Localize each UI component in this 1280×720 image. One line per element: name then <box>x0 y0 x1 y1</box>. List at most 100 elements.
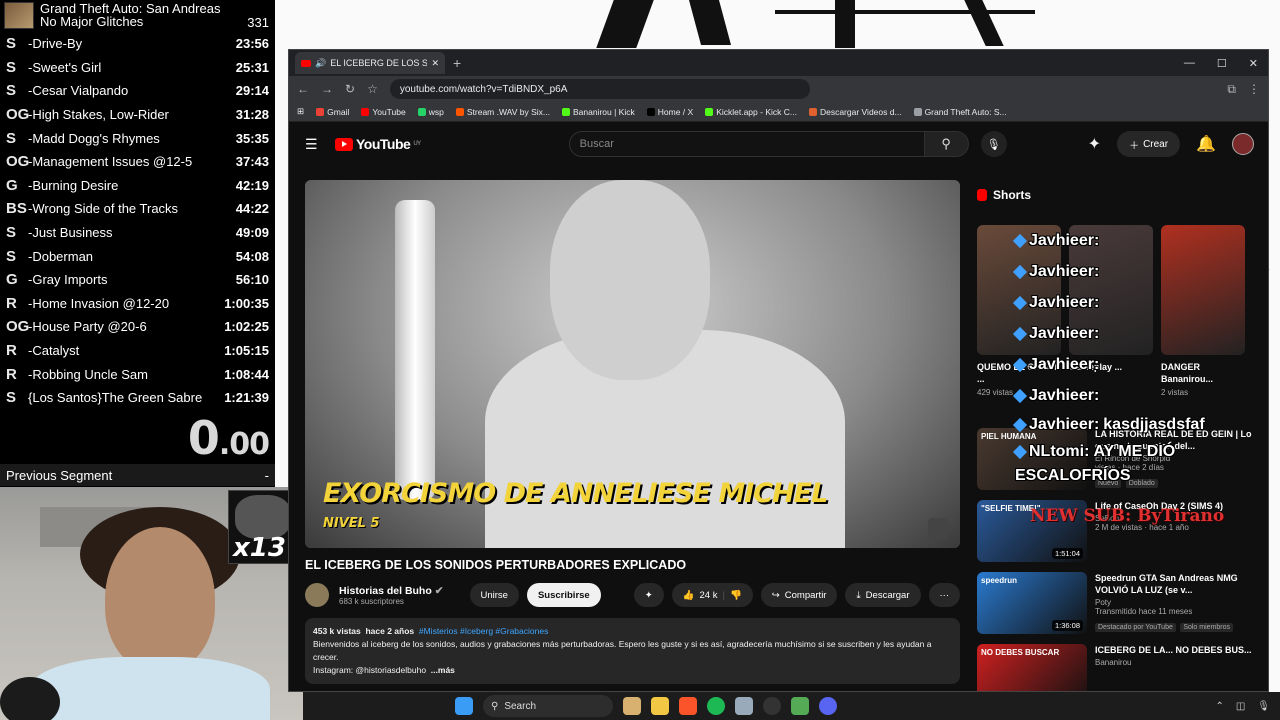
reload-icon[interactable]: ↻ <box>345 82 355 96</box>
chevron-up-icon[interactable]: ⌃ <box>1215 701 1223 712</box>
widgets-icon[interactable] <box>623 697 641 715</box>
youtube-logo[interactable]: YouTube UY <box>335 136 421 152</box>
channel-row: Historias del Buho ✔ 683 k suscriptores … <box>305 580 960 610</box>
bookmark-item[interactable]: YouTube <box>361 107 406 117</box>
split-name: -Doberman <box>28 248 94 264</box>
thumbs-up-icon: 👍 <box>682 589 695 601</box>
back-icon[interactable]: ← <box>297 82 309 96</box>
chat-message: Javhieer: <box>1012 387 1103 405</box>
minimize-icon[interactable]: — <box>1184 57 1195 70</box>
ask-ai-button[interactable]: ✦ <box>633 583 664 607</box>
split-row: R -Robbing Uncle Sam 1:08:44 <box>0 362 275 386</box>
thumbs-down-icon[interactable]: 👎 <box>730 590 742 601</box>
download-button[interactable]: ⤓ Descargar <box>845 583 921 607</box>
chat-username: NLtomi: <box>1029 443 1090 460</box>
split-icon: R <box>6 342 17 360</box>
show-more-link[interactable]: ...más <box>431 665 455 675</box>
bookmark-star-icon[interactable]: ☆ <box>367 82 378 96</box>
hamburger-menu-icon[interactable]: ☰ <box>305 136 335 153</box>
taskbar-search[interactable]: ⚲ Search <box>483 695 613 717</box>
account-avatar[interactable] <box>1232 133 1254 155</box>
bookmark-item[interactable]: Home / X <box>646 107 693 117</box>
split-icon: G <box>6 176 18 194</box>
tab-active[interactable]: 🔊 EL ICEBERG DE LOS SONIDOS ✕ <box>295 52 445 74</box>
bookmark-item[interactable]: Stream .WAV by Six... <box>455 107 550 117</box>
channel-avatar[interactable] <box>305 583 329 607</box>
sparkle-icon[interactable]: ✦ <box>1088 134 1101 154</box>
related-thumbnail[interactable]: NO DEBES BUSCAR <box>977 644 1087 691</box>
bookmark-item[interactable]: Gmail <box>316 107 349 117</box>
livesplit-panel: Grand Theft Auto: San Andreas No Major G… <box>0 0 275 487</box>
related-video[interactable]: speedrun 1:36:08 Speedrun GTA San Andreas … <box>977 572 1257 634</box>
sub-count: x13 <box>233 533 286 563</box>
split-name: -Management Issues @12-5 <box>28 154 193 170</box>
chat-username: Javhieer: <box>1029 232 1100 249</box>
spotify-icon[interactable] <box>707 697 725 715</box>
channel-watermark[interactable] <box>928 518 948 540</box>
video-player[interactable]: EXORCISMO DE ANNELIESE MICHEL NIVEL 5 <box>305 180 960 548</box>
voice-search-button[interactable]: 🎙 <box>980 131 1007 157</box>
bookmark-item[interactable]: Bananirou | Kick <box>562 107 635 117</box>
related-title[interactable]: Speedrun GTA San Andreas NMG VOLVIÓ LA L… <box>1095 572 1257 596</box>
extensions-icon[interactable]: ⧉ <box>1227 82 1236 97</box>
forward-icon[interactable]: → <box>321 82 333 96</box>
sub-count-badge: x13 <box>228 490 296 564</box>
obs-icon[interactable] <box>763 697 781 715</box>
notifications-bell-icon[interactable]: 🔔 <box>1196 134 1216 154</box>
chat-message: Javhieer: <box>1012 263 1103 281</box>
new-tab-button[interactable]: + <box>453 55 461 71</box>
category-title: No Major Glitches <box>40 14 144 29</box>
close-window-icon[interactable]: ✕ <box>1249 57 1258 70</box>
tab-bar: 🔊 EL ICEBERG DE LOS SONIDOS ✕ + — ☐ ✕ <box>289 50 1268 76</box>
like-button[interactable]: 👍 24 k | 👎 <box>671 583 753 607</box>
bookmark-item[interactable]: Grand Theft Auto: S... <box>913 107 1007 117</box>
description-text: Bienvenidos al iceberg de los sonidos, a… <box>313 639 932 662</box>
bookmark-item[interactable]: wsp <box>417 107 444 117</box>
apps-grid-icon[interactable]: ⊞ <box>297 106 304 117</box>
more-actions-button[interactable]: ··· <box>928 583 960 607</box>
bookmark-favicon-icon <box>417 107 426 116</box>
system-tray: ⌃ ◫ 🎙 <box>1215 701 1280 712</box>
chat-username: Javhieer: <box>1029 416 1100 433</box>
related-video[interactable]: NO DEBES BUSCAR ICEBERG DE LA... NO DEBES… <box>977 644 1257 691</box>
app-icon[interactable] <box>735 697 753 715</box>
network-icon[interactable]: ◫ <box>1236 701 1245 712</box>
related-title[interactable]: ICEBERG DE LA... NO DEBES BUS... <box>1095 644 1252 656</box>
badge-icon <box>1012 295 1028 311</box>
maximize-icon[interactable]: ☐ <box>1217 57 1227 70</box>
share-button[interactable]: ↪ Compartir <box>760 583 838 607</box>
previous-segment-value: - <box>264 467 269 483</box>
bookmark-item[interactable]: Kicklet.app - Kick C... <box>705 107 797 117</box>
windows-start-icon[interactable] <box>455 697 473 715</box>
search-input[interactable]: Buscar <box>568 131 925 157</box>
file-explorer-icon[interactable] <box>651 697 669 715</box>
bookmark-item[interactable]: Descargar Videos d... <box>808 107 902 117</box>
brave-browser-icon[interactable] <box>679 697 697 715</box>
channel-name[interactable]: Historias del Buho ✔ <box>339 585 444 597</box>
subscribe-button[interactable]: Suscribirse <box>526 583 601 607</box>
hashtags[interactable]: #Misterios #Iceberg #Grabaciones <box>419 626 548 636</box>
related-thumbnail[interactable]: speedrun 1:36:08 <box>977 572 1087 634</box>
close-tab-icon[interactable]: ✕ <box>431 58 439 69</box>
description-box[interactable]: 453 k vistas hace 2 años #Misterios #Ice… <box>305 618 960 684</box>
url-field[interactable]: youtube.com/watch?v=TdiBNDX_p6A <box>389 79 810 99</box>
app2-icon[interactable] <box>791 697 809 715</box>
mic-tray-icon[interactable]: 🎙 <box>1257 701 1270 712</box>
discord-icon[interactable] <box>819 697 837 715</box>
split-time: 54:08 <box>235 248 269 264</box>
related-views: Transmitido hace 11 meses <box>1095 607 1193 616</box>
split-name: -Cesar Vialpando <box>28 83 129 99</box>
split-time: 29:14 <box>235 83 269 99</box>
split-icon: S <box>6 82 17 100</box>
related-channel[interactable]: Poty <box>1095 598 1257 607</box>
create-button[interactable]: ＋ Crear <box>1117 131 1181 157</box>
thumbnail-text: NO DEBES BUSCAR <box>981 648 1060 657</box>
search-button[interactable]: ⚲ <box>924 131 969 157</box>
split-row: S -Drive-By 23:56 <box>0 32 275 56</box>
split-icon: S <box>6 247 17 265</box>
new-sub-alert: NEW SUB: ByTirano <box>1030 506 1225 526</box>
menu-icon[interactable]: ⋮ <box>1248 82 1260 96</box>
related-channel[interactable]: Bananirou <box>1095 658 1252 667</box>
join-button[interactable]: Unirse <box>469 583 519 607</box>
youtube-play-icon <box>335 137 353 151</box>
